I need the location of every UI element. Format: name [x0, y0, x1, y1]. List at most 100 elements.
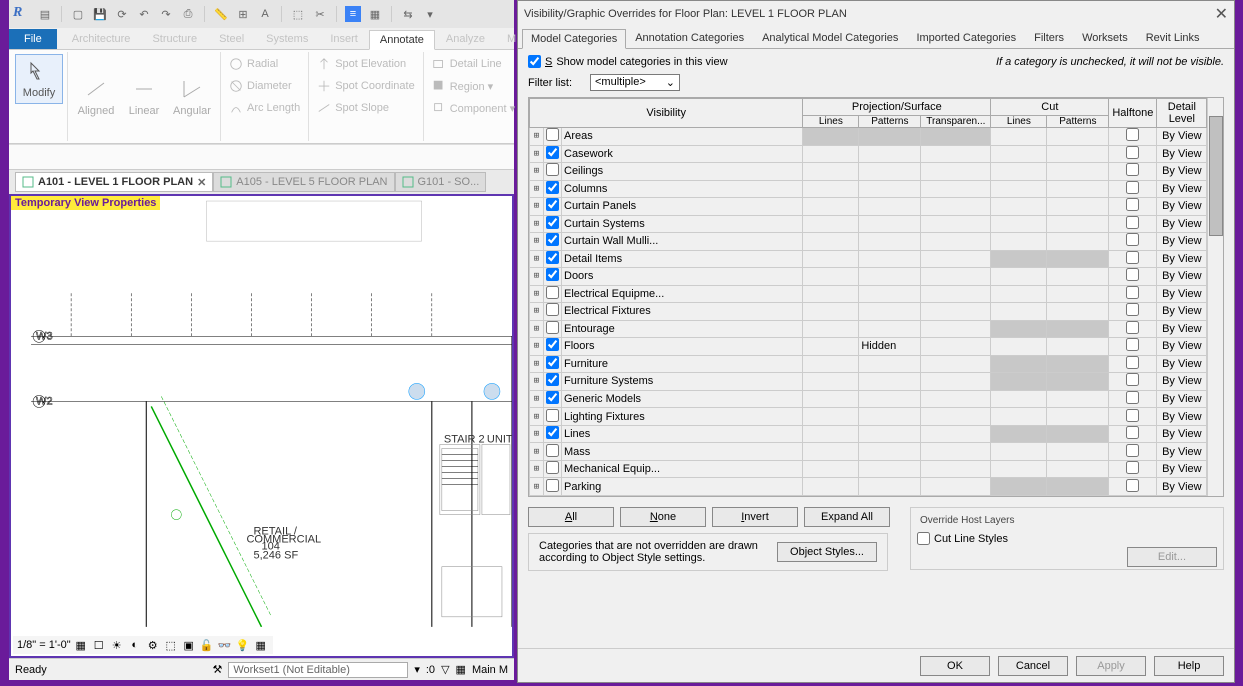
detail-level-cell[interactable]: By View [1157, 268, 1207, 286]
menu-icon[interactable]: ▤ [37, 6, 53, 22]
expand-icon[interactable]: ⊞ [530, 198, 544, 216]
model-group-icon[interactable]: ▦ [456, 663, 466, 676]
proj-trans-cell[interactable] [921, 460, 991, 478]
proj-trans-cell[interactable] [921, 215, 991, 233]
close-icon[interactable]: ✕ [1215, 4, 1228, 24]
proj-trans-cell[interactable] [921, 303, 991, 321]
cut-lines-cell[interactable] [991, 233, 1047, 251]
cut-lines-cell[interactable] [991, 390, 1047, 408]
detail-line-button[interactable]: Detail Line [432, 54, 515, 74]
expand-icon[interactable]: ⊞ [530, 215, 544, 233]
expand-icon[interactable]: ⊞ [530, 163, 544, 181]
visibility-checkbox[interactable] [544, 233, 562, 251]
cut-patterns-cell[interactable] [1047, 145, 1109, 163]
cut-patterns-cell[interactable] [1047, 408, 1109, 426]
cut-lines-cell[interactable] [991, 198, 1047, 216]
proj-patterns-cell[interactable] [859, 145, 921, 163]
detail-level-cell[interactable]: By View [1157, 163, 1207, 181]
radial-button[interactable]: Radial [229, 54, 300, 74]
linear-dim-button[interactable]: Linear [120, 54, 168, 139]
scale-label[interactable]: 1/8" = 1'-0" [17, 639, 71, 651]
workset-selector[interactable]: Workset1 (Not Editable) [228, 662, 408, 678]
proj-lines-cell[interactable] [803, 250, 859, 268]
proj-patterns-cell[interactable] [859, 163, 921, 181]
halftone-checkbox[interactable] [1109, 180, 1157, 198]
thin-lines-icon[interactable]: ≡ [345, 6, 361, 22]
cut-lines-cell[interactable] [991, 460, 1047, 478]
visual-style-icon[interactable]: ☐ [91, 637, 107, 653]
proj-patterns-cell[interactable]: Hidden [859, 338, 921, 356]
category-row[interactable]: ⊞Curtain SystemsBy View [530, 215, 1207, 233]
proj-patterns-cell[interactable] [859, 268, 921, 286]
proj-trans-cell[interactable] [921, 233, 991, 251]
tab-annotate[interactable]: Annotate [369, 30, 435, 50]
cut-lines-cell[interactable] [991, 338, 1047, 356]
visibility-checkbox[interactable] [544, 285, 562, 303]
proj-trans-cell[interactable] [921, 478, 991, 496]
detail-level-cell[interactable]: By View [1157, 478, 1207, 496]
object-styles-button[interactable]: Object Styles... [777, 542, 877, 562]
worksharing-icon[interactable]: ▦ [253, 637, 269, 653]
cut-lines-cell[interactable] [991, 303, 1047, 321]
detail-level-cell[interactable]: By View [1157, 233, 1207, 251]
dropdown-icon[interactable]: ▾ [422, 6, 438, 22]
visibility-checkbox[interactable] [544, 390, 562, 408]
proj-lines-cell[interactable] [803, 268, 859, 286]
render-icon[interactable]: ⚙ [145, 637, 161, 653]
arc-length-button[interactable]: Arc Length [229, 98, 300, 118]
expand-icon[interactable]: ⊞ [530, 408, 544, 426]
doctab-1[interactable]: A105 - LEVEL 5 FLOOR PLAN [213, 172, 394, 192]
proj-patterns-cell[interactable] [859, 425, 921, 443]
halftone-checkbox[interactable] [1109, 390, 1157, 408]
cut-lines-cell[interactable] [991, 180, 1047, 198]
detail-level-cell[interactable]: By View [1157, 198, 1207, 216]
expand-icon[interactable]: ⊞ [530, 128, 544, 146]
cut-patterns-cell[interactable] [1047, 180, 1109, 198]
category-row[interactable]: ⊞DoorsBy View [530, 268, 1207, 286]
category-row[interactable]: ⊞Electrical Equipme...By View [530, 285, 1207, 303]
cut-patterns-cell[interactable] [1047, 443, 1109, 461]
angular-dim-button[interactable]: Angular [168, 54, 216, 139]
proj-patterns-cell[interactable] [859, 355, 921, 373]
diameter-button[interactable]: Diameter [229, 76, 300, 96]
detail-level-cell[interactable]: By View [1157, 460, 1207, 478]
undo-icon[interactable]: ↶ [136, 6, 152, 22]
editable-icon[interactable]: ▾ [414, 663, 420, 676]
cut-lines-cell[interactable] [991, 408, 1047, 426]
halftone-checkbox[interactable] [1109, 460, 1157, 478]
apply-button[interactable]: Apply [1076, 656, 1146, 676]
tab-filters[interactable]: Filters [1025, 28, 1073, 48]
proj-lines-cell[interactable] [803, 145, 859, 163]
edit-button[interactable]: Edit... [1127, 547, 1217, 567]
expand-all-button[interactable]: Expand All [804, 507, 890, 527]
halftone-checkbox[interactable] [1109, 338, 1157, 356]
halftone-checkbox[interactable] [1109, 145, 1157, 163]
halftone-checkbox[interactable] [1109, 285, 1157, 303]
spot-slope-button[interactable]: Spot Slope [317, 98, 415, 118]
proj-patterns-cell[interactable] [859, 233, 921, 251]
proj-trans-cell[interactable] [921, 390, 991, 408]
cut-lines-cell[interactable] [991, 268, 1047, 286]
detail-level-cell[interactable]: By View [1157, 373, 1207, 391]
category-row[interactable]: ⊞Lighting FixturesBy View [530, 408, 1207, 426]
visibility-checkbox[interactable] [544, 303, 562, 321]
proj-trans-cell[interactable] [921, 180, 991, 198]
category-row[interactable]: ⊞Furniture SystemsBy View [530, 373, 1207, 391]
expand-icon[interactable]: ⊞ [530, 338, 544, 356]
tab-architecture[interactable]: Architecture [61, 29, 142, 49]
halftone-checkbox[interactable] [1109, 128, 1157, 146]
proj-trans-cell[interactable] [921, 425, 991, 443]
proj-trans-cell[interactable] [921, 128, 991, 146]
visibility-checkbox[interactable] [544, 250, 562, 268]
category-row[interactable]: ⊞Curtain Wall Mulli...By View [530, 233, 1207, 251]
proj-lines-cell[interactable] [803, 425, 859, 443]
proj-lines-cell[interactable] [803, 390, 859, 408]
proj-lines-cell[interactable] [803, 460, 859, 478]
proj-lines-cell[interactable] [803, 373, 859, 391]
expand-icon[interactable]: ⊞ [530, 478, 544, 496]
filter-icon[interactable]: ▽ [441, 663, 449, 676]
detail-level-cell[interactable]: By View [1157, 443, 1207, 461]
cut-patterns-cell[interactable] [1047, 338, 1109, 356]
halftone-checkbox[interactable] [1109, 233, 1157, 251]
cut-patterns-cell[interactable] [1047, 198, 1109, 216]
